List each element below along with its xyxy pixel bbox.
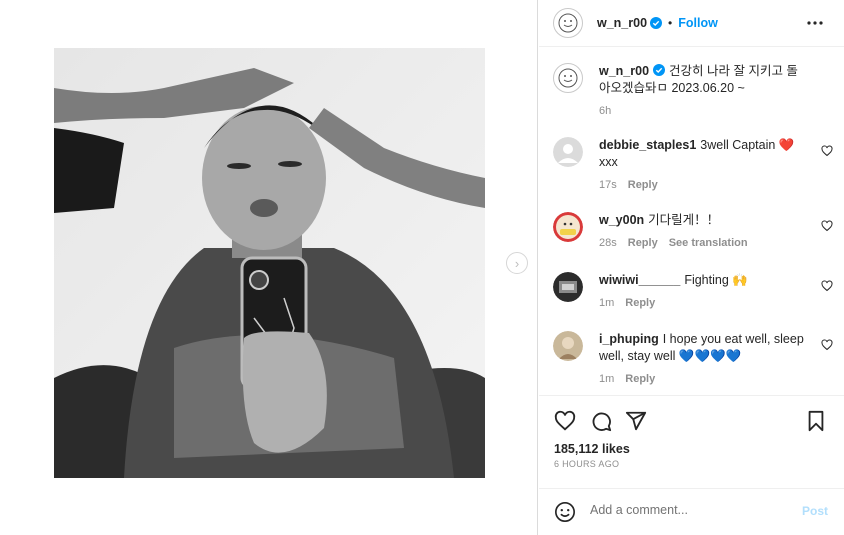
comment-bubble-icon[interactable] (590, 410, 612, 432)
comment-meta: 17s Reply (599, 177, 809, 194)
comment-username[interactable]: debbie_staples1 (599, 138, 696, 152)
see-translation-button[interactable]: See translation (669, 237, 748, 249)
likes-count[interactable]: 185,112 likes (554, 442, 630, 456)
caption-body: w_n_r00 건강히 나라 잘 지키고 돌아오겠습돠ㅁ 2023.06.20 ~… (599, 63, 799, 120)
comment-meta: 1m Reply (599, 371, 809, 388)
caption-meta: 6h (599, 103, 799, 120)
save-bookmark-icon[interactable] (805, 410, 827, 432)
more-options-icon[interactable] (806, 14, 824, 32)
verified-badge-icon (653, 64, 666, 76)
post-comment-button[interactable]: Post (802, 504, 828, 518)
comment-username[interactable]: i_phuping (599, 332, 659, 346)
post-header: w_n_r00 • Follow (539, 0, 844, 47)
comment-meta: 28s Reply See translation (599, 235, 809, 252)
avatar-image-icon (553, 272, 583, 302)
avatar[interactable] (553, 212, 583, 242)
reply-button[interactable]: Reply (628, 237, 658, 249)
post-photo-image (54, 48, 485, 478)
post-username[interactable]: w_n_r00 (597, 16, 647, 30)
separator: • (668, 16, 673, 30)
avatar-image-icon (553, 331, 583, 361)
comment-time: 1m (599, 297, 615, 309)
post-photo[interactable] (54, 48, 485, 478)
avatar-image-icon (553, 212, 583, 242)
default-avatar-icon (553, 137, 583, 167)
emoji-smiley-icon[interactable] (554, 501, 576, 523)
reply-button[interactable]: Reply (628, 179, 658, 191)
like-comment-heart-icon[interactable] (821, 280, 833, 292)
comment-time: 1m (599, 373, 615, 385)
add-comment-bar: Post (539, 488, 844, 535)
comment-text: Fighting 🙌 (684, 273, 748, 287)
profile-icon (558, 68, 578, 88)
caption-time: 6h (599, 105, 612, 117)
comment-text: 기다릴게！！ (648, 213, 720, 227)
follow-button[interactable]: Follow (678, 16, 718, 30)
avatar[interactable] (553, 331, 583, 361)
avatar[interactable] (553, 272, 583, 302)
comment-time: 28s (599, 237, 617, 249)
comment-body: debbie_staples1 3well Captain ❤️ xxx 17s R… (599, 137, 809, 194)
comment-username[interactable]: w_y00n (599, 213, 644, 227)
comment-time: 17s (599, 179, 617, 191)
like-comment-heart-icon[interactable] (821, 145, 833, 157)
post-panel: w_n_r00 • Follow w_n_r00 건강히 나라 잘 지키고 돌아오… (539, 0, 844, 535)
media-area: › (0, 0, 538, 535)
like-heart-icon[interactable] (554, 410, 576, 432)
avatar[interactable] (553, 137, 583, 167)
like-comment-heart-icon[interactable] (821, 339, 833, 351)
caption-username[interactable]: w_n_r00 (599, 64, 649, 78)
like-comment-heart-icon[interactable] (821, 220, 833, 232)
post-actions: 185,112 likes 6 HOURS AGO (539, 395, 844, 490)
profile-icon (558, 13, 578, 33)
reply-button[interactable]: Reply (625, 297, 655, 309)
verified-badge-icon (650, 17, 663, 29)
comment-input[interactable] (590, 503, 790, 517)
chevron-right-icon: › (514, 255, 520, 271)
next-photo-button[interactable]: › (506, 252, 528, 274)
share-paper-plane-icon[interactable] (625, 410, 647, 432)
comment-body: w_y00n 기다릴게！！ 28s Reply See translation (599, 212, 809, 252)
reply-button[interactable]: Reply (625, 373, 655, 385)
comment-body: i_phuping I hope you eat well, sleep well… (599, 331, 809, 388)
comment-username[interactable]: wiwiwi______ (599, 273, 680, 287)
comment-body: wiwiwi______ Fighting 🙌 1m Reply (599, 272, 809, 312)
avatar[interactable] (553, 8, 583, 38)
comment-meta: 1m Reply (599, 295, 809, 312)
post-timestamp: 6 HOURS AGO (554, 459, 620, 469)
avatar[interactable] (553, 63, 583, 93)
comments-list: w_n_r00 건강히 나라 잘 지키고 돌아오겠습돠ㅁ 2023.06.20 ~… (539, 48, 844, 403)
